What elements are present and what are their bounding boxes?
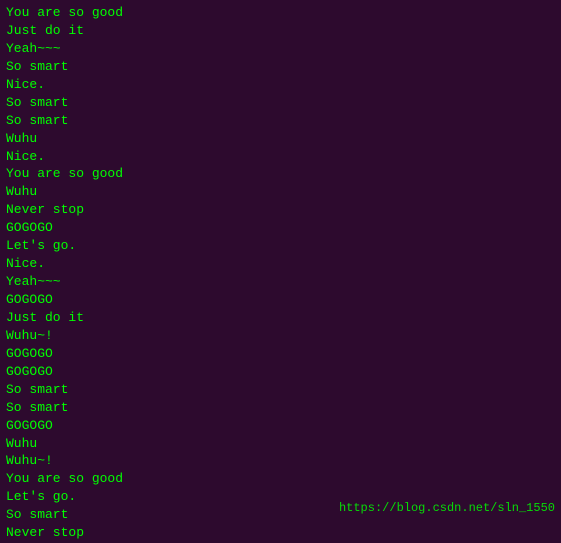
- output-line: Yeah~~~: [6, 40, 555, 58]
- watermark: https://blog.csdn.net/sln_1550: [339, 501, 555, 515]
- output-line: Never stop: [6, 524, 555, 542]
- output-line: GOGOGO: [6, 219, 555, 237]
- output-line: GOGOGO: [6, 417, 555, 435]
- output-line: So smart: [6, 399, 555, 417]
- output-line: Nice.: [6, 255, 555, 273]
- output-line: GOGOGO: [6, 291, 555, 309]
- output-line: Just do it: [6, 309, 555, 327]
- output-line: Nice.: [6, 76, 555, 94]
- output-line: Never stop: [6, 201, 555, 219]
- output-line: You are so good: [6, 470, 555, 488]
- output-line: You are so good: [6, 165, 555, 183]
- output-line: Wuhu~!: [6, 327, 555, 345]
- output-line: GOGOGO: [6, 363, 555, 381]
- output-line: Wuhu~!: [6, 452, 555, 470]
- output-line: You are so good: [6, 4, 555, 22]
- output-line: Wuhu: [6, 183, 555, 201]
- output-lines: You are so goodJust do itYeah~~~So smart…: [6, 4, 555, 543]
- output-line: Wuhu: [6, 435, 555, 453]
- output-line: Nice.: [6, 148, 555, 166]
- output-line: Wuhu: [6, 130, 555, 148]
- output-line: So smart: [6, 94, 555, 112]
- output-line: So smart: [6, 58, 555, 76]
- output-line: Yeah~~~: [6, 273, 555, 291]
- output-line: Just do it: [6, 22, 555, 40]
- terminal: You are so goodJust do itYeah~~~So smart…: [0, 0, 561, 543]
- output-line: Let's go.: [6, 237, 555, 255]
- output-line: So smart: [6, 112, 555, 130]
- output-line: GOGOGO: [6, 345, 555, 363]
- output-line: So smart: [6, 381, 555, 399]
